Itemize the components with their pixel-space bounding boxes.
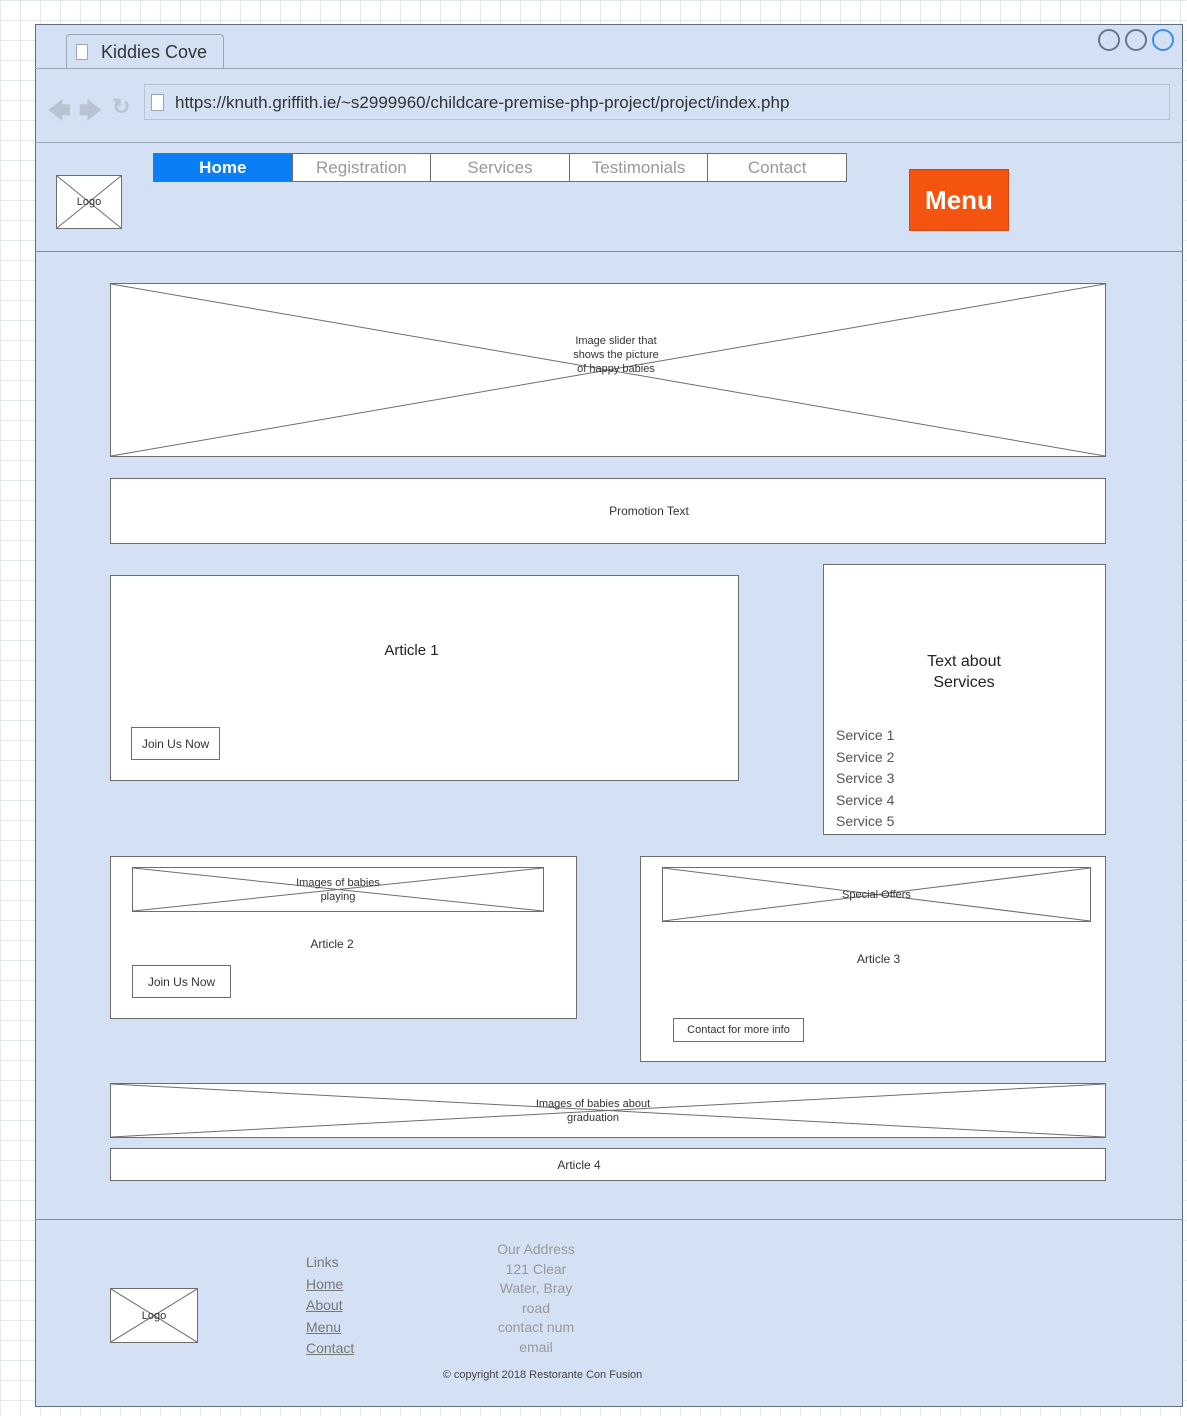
article-2-title: Article 2 xyxy=(310,937,354,951)
browser-tab[interactable]: Kiddies Cove xyxy=(66,34,224,68)
tab-title: Kiddies Cove xyxy=(101,42,208,62)
address-line: Our Address xyxy=(497,1241,575,1257)
nav-item-services[interactable]: Services xyxy=(430,154,569,181)
article-4-title: Article 4 xyxy=(557,1157,601,1172)
image-caption: Special Offers xyxy=(842,888,911,901)
forward-arrow-icon[interactable]: 🡆 xyxy=(79,94,102,132)
logo-label: Logo xyxy=(141,1309,167,1322)
graduation-image[interactable]: Images of babies about graduation xyxy=(110,1083,1106,1138)
nav-item-registration[interactable]: Registration xyxy=(291,154,431,181)
footer-logo[interactable]: Logo xyxy=(110,1288,198,1343)
address-line: 121 Clear xyxy=(505,1260,567,1277)
services-heading: Text about Services xyxy=(927,653,1001,691)
babies-playing-image[interactable]: Images of babies playing xyxy=(132,867,544,912)
special-offers-image[interactable]: Special Offers xyxy=(662,867,1091,922)
address-line: email xyxy=(519,1338,553,1355)
join-us-button[interactable]: Join Us Now xyxy=(132,965,231,998)
header-logo[interactable]: Logo xyxy=(56,175,122,229)
list-item: Service 3 xyxy=(836,770,895,787)
join-us-button[interactable]: Join Us Now xyxy=(131,727,220,760)
address-line: Water, Bray xyxy=(499,1280,573,1296)
tab-divider xyxy=(35,68,1183,69)
logo-label: Logo xyxy=(76,196,102,208)
main-nav: Home Registration Services Testimonials … xyxy=(153,153,847,182)
header-divider xyxy=(35,251,1183,252)
address-line: contact num xyxy=(497,1319,575,1335)
links-heading: Links xyxy=(306,1254,339,1270)
promotion-text: Promotion Text xyxy=(609,504,689,518)
copyright: © copyright 2018 Restorante Con Fusion xyxy=(442,1369,643,1381)
image-caption: Images of babies playing xyxy=(296,876,380,903)
page-icon xyxy=(76,44,88,60)
list-item: Service 5 xyxy=(836,813,895,830)
article-3: Special Offers Article 3 Contact for mor… xyxy=(640,856,1106,1062)
page-icon xyxy=(151,94,164,111)
image-slider[interactable]: Image slider that shows the picture of h… xyxy=(110,283,1106,457)
article-4: Article 4 xyxy=(110,1148,1106,1181)
footer-divider xyxy=(35,1219,1183,1220)
services-list: Service 1 Service 2 Service 3 Service 4 … xyxy=(836,725,894,833)
article-3-title: Article 3 xyxy=(856,952,901,966)
back-arrow-icon[interactable]: 🡄 xyxy=(48,94,71,132)
address-line: road xyxy=(521,1299,551,1316)
footer-link-home[interactable]: Home xyxy=(306,1274,354,1296)
article-2: Images of babies playing Article 2 Join … xyxy=(110,856,577,1019)
article-1-title: Article 1 xyxy=(384,642,439,659)
address-bar[interactable]: https://knuth.griffith.ie/~s2999960/chil… xyxy=(144,84,1170,120)
window-control-icon[interactable] xyxy=(1152,29,1174,51)
footer-link-menu[interactable]: Menu xyxy=(306,1317,354,1339)
article-1: Article 1 Join Us Now xyxy=(110,575,739,781)
footer-links: Links Home About Menu Contact xyxy=(306,1252,354,1360)
window-control-icon[interactable] xyxy=(1125,29,1147,51)
image-caption: Images of babies about graduation xyxy=(535,1097,651,1124)
footer-link-about[interactable]: About xyxy=(306,1295,354,1317)
list-item: Service 1 xyxy=(836,727,895,743)
services-panel: Text about Services Service 1 Service 2 … xyxy=(823,564,1106,835)
contact-info-button[interactable]: Contact for more info xyxy=(673,1018,804,1042)
menu-button[interactable]: Menu xyxy=(909,169,1009,231)
list-item: Service 4 xyxy=(836,791,895,808)
nav-item-home[interactable]: Home xyxy=(154,154,292,181)
slider-caption: Image slider that shows the picture of h… xyxy=(573,335,659,375)
footer-link-contact[interactable]: Contact xyxy=(306,1338,354,1360)
chrome-divider xyxy=(35,142,1183,143)
nav-item-contact[interactable]: Contact xyxy=(707,154,846,181)
window-control-icon[interactable] xyxy=(1098,29,1120,51)
reload-icon[interactable]: ↻ xyxy=(112,94,130,120)
nav-item-testimonials[interactable]: Testimonials xyxy=(568,154,708,181)
list-item: Service 2 xyxy=(836,748,895,765)
promotion-box: Promotion Text xyxy=(110,478,1106,544)
footer-address: Our Address 121 Clear Water, Bray road c… xyxy=(476,1240,596,1357)
url-text: https://knuth.griffith.ie/~s2999960/chil… xyxy=(175,93,790,112)
